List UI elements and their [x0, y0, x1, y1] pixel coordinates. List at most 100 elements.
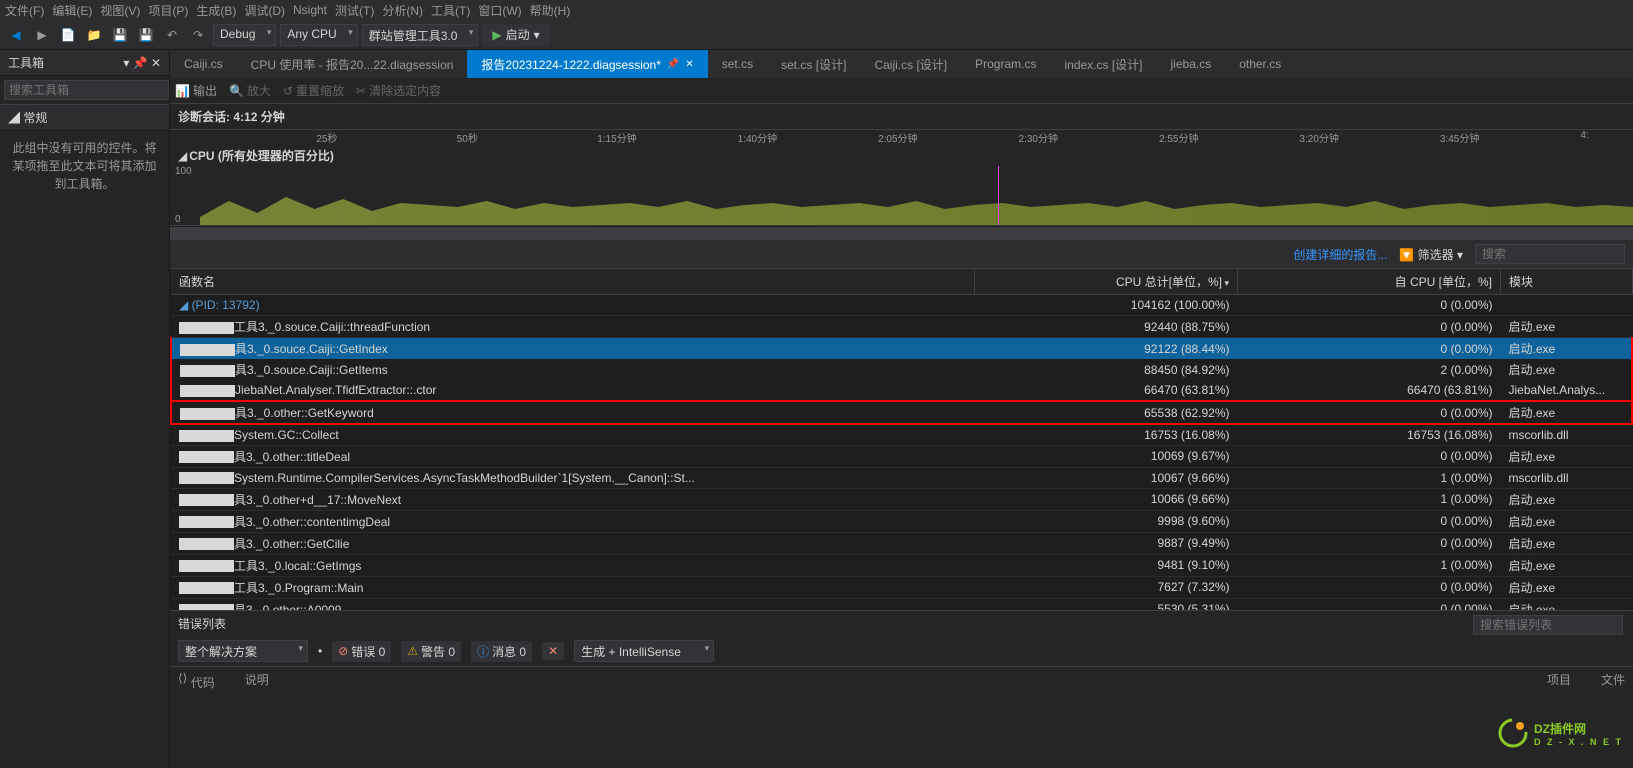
menu-item[interactable]: Nsight	[293, 3, 327, 17]
new-icon[interactable]: 📄	[57, 24, 79, 46]
watermark: DZ插件网 D Z - X . N E T	[1498, 718, 1623, 748]
menu-item[interactable]: 帮助(H)	[530, 2, 571, 19]
file-tab[interactable]: Caiji.cs [设计]	[860, 50, 961, 78]
table-row[interactable]: 具3._0.souce.Caiji::GetItems 88450 (84.92…	[171, 359, 1632, 380]
file-tab[interactable]: jieba.cs	[1157, 50, 1226, 78]
config-dropdown[interactable]: Debug	[213, 24, 276, 46]
file-tab[interactable]: set.cs	[708, 50, 767, 78]
timeline-tick: 2:05分钟	[878, 130, 917, 145]
warnings-badge[interactable]: ⚠警告 0	[401, 641, 461, 662]
clear-button[interactable]: ✂ 清除选定内容	[356, 82, 441, 99]
table-row[interactable]: System.Runtime.CompilerServices.AsyncTas…	[171, 467, 1632, 488]
menu-item[interactable]: 工具(T)	[431, 2, 470, 19]
file-tab[interactable]: set.cs [设计]	[767, 50, 860, 78]
table-row[interactable]: 具3._0.other+d__17::MoveNext 10066 (9.66%…	[171, 488, 1632, 510]
cpu-table[interactable]: 函数名 CPU 总计[单位，%] 自 CPU [单位，%] 模块 ◢ (PID:…	[170, 269, 1633, 610]
sidebar-title: 工具箱 ▾ 📌 ✕	[0, 50, 169, 76]
platform-dropdown[interactable]: Any CPU	[280, 24, 357, 46]
menu-item[interactable]: 编辑(E)	[52, 2, 92, 19]
table-row[interactable]: 具3._0.other::titleDeal 10069 (9.67%) 0 (…	[171, 445, 1632, 467]
diag-toolbar: 📊 输出 🔍 放大 ↺ 重置缩放 ✂ 清除选定内容	[170, 78, 1633, 104]
table-row[interactable]: System.GC::Collect 16753 (16.08%) 16753 …	[171, 424, 1632, 445]
menu-item[interactable]: 项目(P)	[148, 2, 188, 19]
session-info: 诊断会话: 4:12 分钟	[170, 104, 1633, 129]
menu-item[interactable]: 分析(N)	[382, 2, 423, 19]
save-all-icon[interactable]: 💾	[135, 24, 157, 46]
file-tab[interactable]: other.cs	[1225, 50, 1295, 78]
col-cpu-total[interactable]: CPU 总计[单位，%]	[975, 269, 1238, 295]
col-project[interactable]: 项目	[1547, 671, 1571, 691]
zoom-in-button[interactable]: 🔍 放大	[229, 82, 271, 99]
timeline[interactable]: 25秒50秒1:15分钟1:40分钟2:05分钟2:30分钟2:55分钟3:20…	[170, 129, 1633, 145]
menu-item[interactable]: 文件(F)	[5, 2, 44, 19]
close-icon[interactable]: ✕	[685, 59, 693, 70]
project-dropdown[interactable]: 群站管理工具3.0	[362, 24, 479, 46]
file-tab[interactable]: CPU 使用率 - 报告20...22.diagsession	[237, 50, 468, 78]
menu-item[interactable]: 窗口(W)	[478, 2, 521, 19]
timeline-tick: 2:30分钟	[1019, 130, 1058, 145]
cpu-chart[interactable]: 100 0	[170, 166, 1633, 226]
y-axis-top: 100	[175, 166, 192, 177]
redo-icon[interactable]: ↷	[187, 24, 209, 46]
table-row[interactable]: 工具3._0.souce.Caiji::threadFunction 92440…	[171, 316, 1632, 338]
sidebar-search: 🔍	[0, 76, 169, 105]
file-tab[interactable]: index.cs [设计]	[1050, 50, 1156, 78]
errors-badge[interactable]: ⊘错误 0	[332, 641, 391, 662]
time-marker[interactable]	[998, 166, 999, 225]
timeline-tick: 50秒	[457, 130, 478, 145]
file-tab[interactable]: 报告20231224-1222.diagsession*📌✕	[467, 50, 707, 78]
error-search-input[interactable]	[1473, 615, 1623, 635]
file-tabs: Caiji.csCPU 使用率 - 报告20...22.diagsession报…	[170, 50, 1633, 78]
start-button[interactable]: ▶启动 ▾	[482, 24, 549, 46]
table-row[interactable]: 具3._0.other::GetKeyword 65538 (62.92%) 0…	[171, 401, 1632, 424]
toolbox-search-input[interactable]	[4, 80, 169, 100]
chart-scrollbar[interactable]	[170, 226, 1633, 240]
sidebar: 工具箱 ▾ 📌 ✕ 🔍 ◢ 常规 此组中没有可用的控件。将某项拖至此文本可将其添…	[0, 50, 170, 768]
timeline-tick: 3:20分钟	[1299, 130, 1338, 145]
filter-button[interactable]: 🔽 筛选器 ▾	[1399, 246, 1463, 263]
timeline-tick: 25秒	[316, 130, 337, 145]
reset-zoom-button[interactable]: ↺ 重置缩放	[283, 82, 344, 99]
file-tab[interactable]: Caiji.cs	[170, 50, 237, 78]
menu-item[interactable]: 测试(T)	[335, 2, 374, 19]
table-row[interactable]: 工具3._0.Program::Main 7627 (7.32%) 0 (0.0…	[171, 576, 1632, 598]
undo-icon[interactable]: ↶	[161, 24, 183, 46]
pin-icon[interactable]: ▾ 📌 ✕	[123, 56, 161, 70]
menu-item[interactable]: 调试(D)	[244, 2, 285, 19]
build-dropdown[interactable]: 生成 + IntelliSense	[574, 640, 714, 662]
back-icon[interactable]: ◀	[5, 24, 27, 46]
main-toolbar: ◀ ▶ 📄 📁 💾 💾 ↶ ↷ Debug Any CPU 群站管理工具3.0 …	[0, 20, 1633, 50]
table-row[interactable]: ◢ (PID: 13792) 104162 (100.00%) 0 (0.00%…	[171, 295, 1632, 316]
file-tab[interactable]: Program.cs	[961, 50, 1050, 78]
menu-item[interactable]: 生成(B)	[196, 2, 236, 19]
pin-icon[interactable]: 📌	[667, 59, 679, 70]
col-function[interactable]: 函数名	[171, 269, 975, 295]
table-row[interactable]: 具3._0.other::A0009 5530 (5.31%) 0 (0.00%…	[171, 598, 1632, 610]
detail-report-link[interactable]: 创建详细的报告...	[1293, 246, 1387, 263]
scope-dropdown[interactable]: 整个解决方案	[178, 640, 308, 662]
table-row[interactable]: JiebaNet.Analyser.TfidfExtractor::.ctor …	[171, 380, 1632, 401]
timeline-tick: 3:45分钟	[1440, 130, 1479, 145]
menu-item[interactable]: 视图(V)	[100, 2, 140, 19]
output-button[interactable]: 📊 输出	[175, 82, 217, 99]
col-self-cpu[interactable]: 自 CPU [单位，%]	[1238, 269, 1501, 295]
table-search-input[interactable]	[1475, 244, 1625, 264]
col-desc[interactable]: 说明	[245, 671, 269, 691]
table-row[interactable]: 具3._0.souce.Caiji::GetIndex 92122 (88.44…	[171, 338, 1632, 360]
col-file[interactable]: 文件	[1601, 671, 1625, 691]
forward-icon: ▶	[31, 24, 53, 46]
sidebar-empty-text: 此组中没有可用的控件。将某项拖至此文本可将其添加到工具箱。	[0, 131, 169, 201]
save-icon[interactable]: 💾	[109, 24, 131, 46]
open-icon[interactable]: 📁	[83, 24, 105, 46]
table-row[interactable]: 具3._0.other::contentimgDeal 9998 (9.60%)…	[171, 510, 1632, 532]
table-row[interactable]: 工具3._0.local::GetImgs 9481 (9.10%) 1 (0.…	[171, 554, 1632, 576]
sidebar-section-general[interactable]: ◢ 常规	[0, 105, 169, 131]
timeline-tick: 4:	[1580, 130, 1588, 141]
col-module[interactable]: 模块	[1501, 269, 1633, 295]
col-code[interactable]: ⟨⟩ 代码	[178, 671, 215, 691]
messages-badge[interactable]: ⓘ消息 0	[471, 641, 532, 662]
timeline-tick: 1:15分钟	[597, 130, 636, 145]
msg-toggle[interactable]: ✕	[542, 642, 564, 660]
table-row[interactable]: 具3._0.other::GetCilie 9887 (9.49%) 0 (0.…	[171, 532, 1632, 554]
y-axis-bottom: 0	[175, 214, 181, 225]
